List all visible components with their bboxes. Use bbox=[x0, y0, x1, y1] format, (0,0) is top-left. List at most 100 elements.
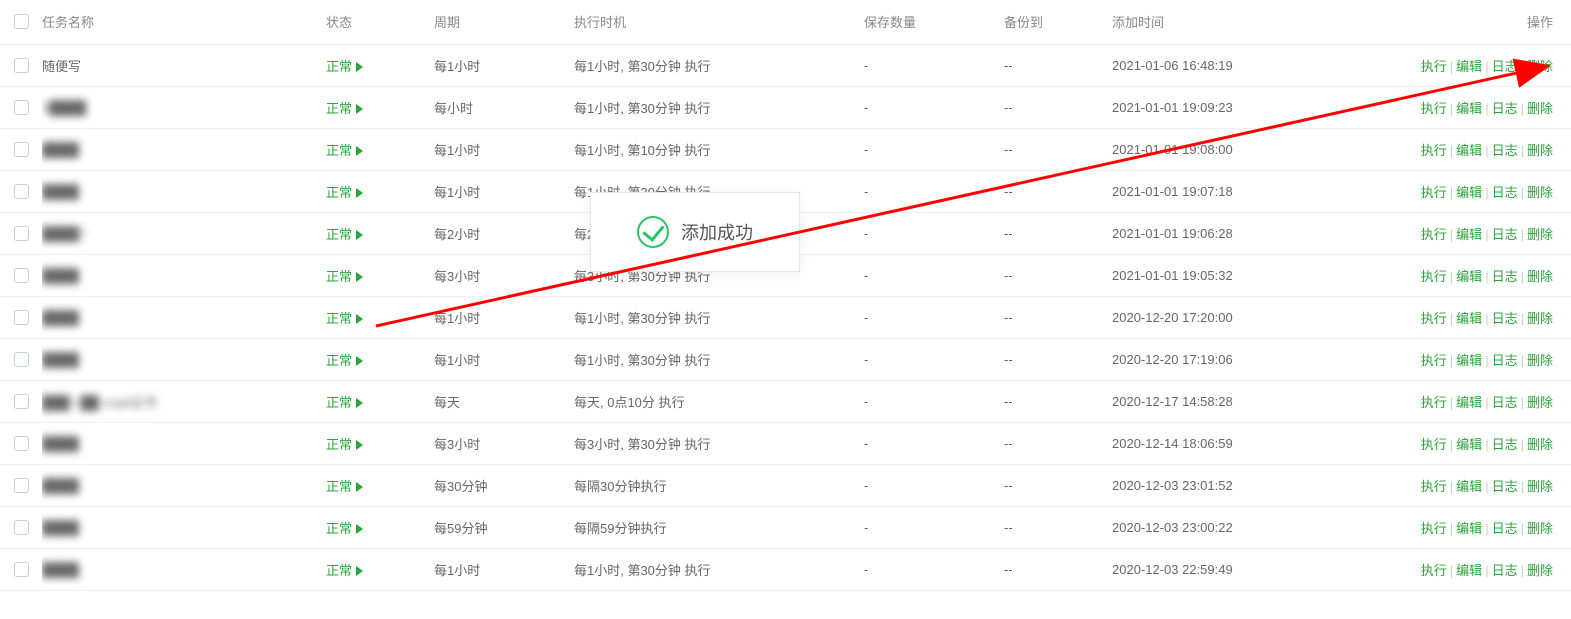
separator: | bbox=[1485, 311, 1488, 326]
row-checkbox[interactable] bbox=[14, 268, 29, 283]
row-checkbox[interactable] bbox=[14, 100, 29, 115]
op-run[interactable]: 执行 bbox=[1421, 59, 1447, 74]
op-run[interactable]: 执行 bbox=[1421, 185, 1447, 200]
row-checkbox[interactable] bbox=[14, 142, 29, 157]
separator: | bbox=[1485, 563, 1488, 578]
op-edit[interactable]: 编辑 bbox=[1456, 479, 1482, 494]
row-checkbox[interactable] bbox=[14, 436, 29, 451]
op-log[interactable]: 日志 bbox=[1492, 353, 1518, 368]
save-text: - bbox=[864, 380, 1004, 422]
row-checkbox[interactable] bbox=[14, 520, 29, 535]
op-delete[interactable]: 删除 bbox=[1527, 437, 1553, 452]
op-delete[interactable]: 删除 bbox=[1527, 269, 1553, 284]
row-checkbox[interactable] bbox=[14, 226, 29, 241]
op-delete[interactable]: 删除 bbox=[1527, 479, 1553, 494]
op-log[interactable]: 日志 bbox=[1492, 437, 1518, 452]
status-normal[interactable]: 正常 bbox=[326, 185, 363, 200]
op-log[interactable]: 日志 bbox=[1492, 269, 1518, 284]
op-edit[interactable]: 编辑 bbox=[1456, 101, 1482, 116]
ops-cell: 执行|编辑|日志|删除 bbox=[1421, 56, 1553, 75]
op-run[interactable]: 执行 bbox=[1421, 311, 1447, 326]
cycle-text: 每天 bbox=[434, 380, 574, 422]
op-run[interactable]: 执行 bbox=[1421, 143, 1447, 158]
status-normal[interactable]: 正常 bbox=[326, 143, 363, 158]
op-delete[interactable]: 删除 bbox=[1527, 101, 1553, 116]
row-checkbox[interactable] bbox=[14, 184, 29, 199]
op-delete[interactable]: 删除 bbox=[1527, 521, 1553, 536]
op-delete[interactable]: 删除 bbox=[1527, 143, 1553, 158]
op-log[interactable]: 日志 bbox=[1492, 143, 1518, 158]
op-log[interactable]: 日志 bbox=[1492, 227, 1518, 242]
time-text: 每天, 0点10分 执行 bbox=[574, 380, 864, 422]
status-normal[interactable]: 正常 bbox=[326, 437, 363, 452]
op-log[interactable]: 日志 bbox=[1492, 521, 1518, 536]
op-edit[interactable]: 编辑 bbox=[1456, 185, 1482, 200]
header-backup: 备份到 bbox=[1004, 0, 1112, 44]
task-name: ████ bbox=[42, 184, 79, 199]
status-normal[interactable]: 正常 bbox=[326, 479, 363, 494]
op-log[interactable]: 日志 bbox=[1492, 479, 1518, 494]
row-checkbox[interactable] bbox=[14, 352, 29, 367]
op-edit[interactable]: 编辑 bbox=[1456, 311, 1482, 326]
status-normal[interactable]: 正常 bbox=[326, 101, 363, 116]
op-log[interactable]: 日志 bbox=[1492, 311, 1518, 326]
op-edit[interactable]: 编辑 bbox=[1456, 437, 1482, 452]
separator: | bbox=[1485, 59, 1488, 74]
ops-cell: 执行|编辑|日志|删除 bbox=[1421, 476, 1553, 495]
op-log[interactable]: 日志 bbox=[1492, 563, 1518, 578]
op-edit[interactable]: 编辑 bbox=[1456, 269, 1482, 284]
row-checkbox[interactable] bbox=[14, 478, 29, 493]
op-delete[interactable]: 删除 bbox=[1527, 563, 1553, 578]
status-normal[interactable]: 正常 bbox=[326, 269, 363, 284]
op-run[interactable]: 执行 bbox=[1421, 479, 1447, 494]
op-log[interactable]: 日志 bbox=[1492, 185, 1518, 200]
op-delete[interactable]: 删除 bbox=[1527, 353, 1553, 368]
op-edit[interactable]: 编辑 bbox=[1456, 59, 1482, 74]
status-normal[interactable]: 正常 bbox=[326, 521, 363, 536]
op-log[interactable]: 日志 bbox=[1492, 101, 1518, 116]
op-edit[interactable]: 编辑 bbox=[1456, 353, 1482, 368]
op-edit[interactable]: 编辑 bbox=[1456, 395, 1482, 410]
row-checkbox[interactable] bbox=[14, 562, 29, 577]
play-icon bbox=[356, 188, 363, 198]
op-run[interactable]: 执行 bbox=[1421, 227, 1447, 242]
status-normal[interactable]: 正常 bbox=[326, 353, 363, 368]
op-delete[interactable]: 删除 bbox=[1527, 59, 1553, 74]
op-run[interactable]: 执行 bbox=[1421, 563, 1447, 578]
row-checkbox[interactable] bbox=[14, 310, 29, 325]
table-row: ████正常每1小时每1小时, 第30分钟 执行---2020-12-20 17… bbox=[0, 338, 1571, 380]
time-text: 每3小时, 第30分钟 执行 bbox=[574, 422, 864, 464]
op-edit[interactable]: 编辑 bbox=[1456, 563, 1482, 578]
status-normal[interactable]: 正常 bbox=[326, 311, 363, 326]
op-run[interactable]: 执行 bbox=[1421, 437, 1447, 452]
op-delete[interactable]: 删除 bbox=[1527, 185, 1553, 200]
row-checkbox[interactable] bbox=[14, 58, 29, 73]
select-all-checkbox[interactable] bbox=[14, 14, 29, 29]
op-delete[interactable]: 删除 bbox=[1527, 311, 1553, 326]
op-run[interactable]: 执行 bbox=[1421, 521, 1447, 536]
cycle-text: 每1小时 bbox=[434, 128, 574, 170]
header-save: 保存数量 bbox=[864, 0, 1004, 44]
separator: | bbox=[1521, 143, 1524, 158]
status-normal[interactable]: 正常 bbox=[326, 227, 363, 242]
op-log[interactable]: 日志 bbox=[1492, 395, 1518, 410]
status-normal[interactable]: 正常 bbox=[326, 563, 363, 578]
op-edit[interactable]: 编辑 bbox=[1456, 143, 1482, 158]
op-delete[interactable]: 删除 bbox=[1527, 395, 1553, 410]
op-run[interactable]: 执行 bbox=[1421, 101, 1447, 116]
header-add: 添加时间 bbox=[1112, 0, 1382, 44]
table-row: 随便写正常每1小时每1小时, 第30分钟 执行---2021-01-06 16:… bbox=[0, 44, 1571, 86]
header-status: 状态 bbox=[326, 0, 434, 44]
row-checkbox[interactable] bbox=[14, 394, 29, 409]
op-edit[interactable]: 编辑 bbox=[1456, 227, 1482, 242]
op-edit[interactable]: 编辑 bbox=[1456, 521, 1482, 536]
op-run[interactable]: 执行 bbox=[1421, 353, 1447, 368]
status-normal[interactable]: 正常 bbox=[326, 59, 363, 74]
status-label: 正常 bbox=[326, 227, 352, 242]
op-run[interactable]: 执行 bbox=[1421, 395, 1447, 410]
op-delete[interactable]: 删除 bbox=[1527, 227, 1553, 242]
op-run[interactable]: 执行 bbox=[1421, 269, 1447, 284]
op-log[interactable]: 日志 bbox=[1492, 59, 1518, 74]
task-name: ████ bbox=[42, 352, 79, 367]
status-normal[interactable]: 正常 bbox=[326, 395, 363, 410]
